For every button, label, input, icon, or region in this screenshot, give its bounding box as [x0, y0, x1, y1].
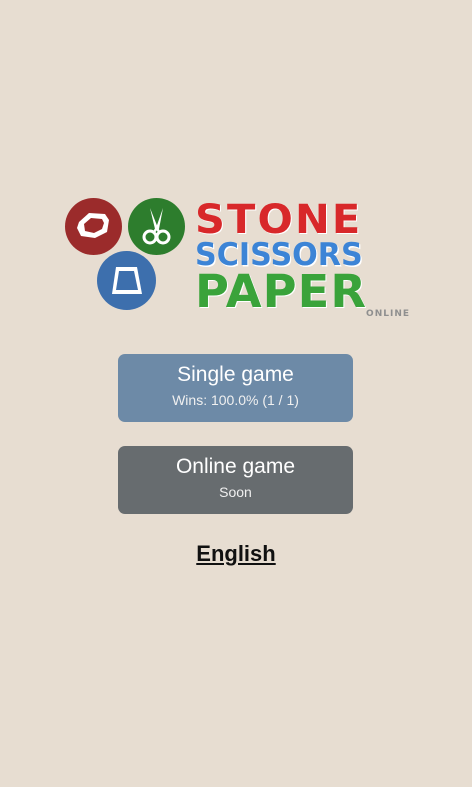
logo-word-paper: PAPER [195, 265, 368, 318]
language-link[interactable]: English [0, 541, 472, 567]
online-game-title: Online game [175, 455, 296, 478]
logo-word-stone: STONE [195, 197, 363, 243]
online-game-status: Soon [219, 484, 252, 500]
stone-icon [65, 198, 122, 255]
single-game-title: Single game [177, 363, 294, 386]
app-logo: STONE SCISSORS PAPER ONLINE [62, 196, 412, 319]
logo-word-online: ONLINE [366, 309, 410, 319]
single-game-stats: Wins: 100.0% (1 / 1) [172, 392, 299, 408]
logo-wordmark: STONE SCISSORS PAPER [195, 200, 412, 314]
scissors-icon [128, 198, 185, 255]
online-game-button[interactable]: Online game Soon [118, 446, 353, 514]
paper-icon [97, 251, 156, 310]
single-game-button[interactable]: Single game Wins: 100.0% (1 / 1) [118, 354, 353, 422]
